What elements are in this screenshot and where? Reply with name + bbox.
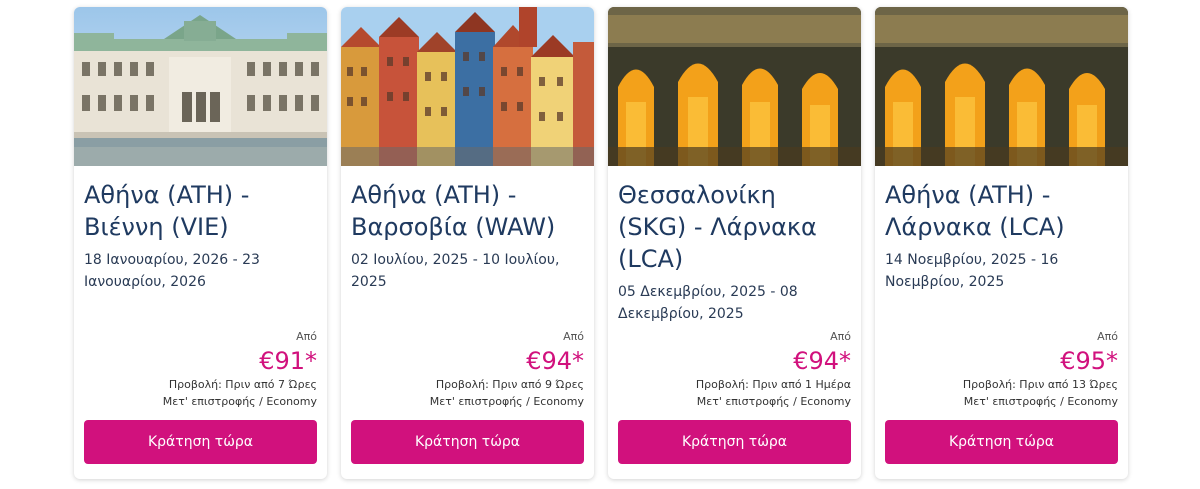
- vienna-palace-photo[interactable]: [74, 7, 327, 166]
- trip-type: Μετ' επιστροφής / Economy: [963, 395, 1118, 408]
- deal-card-larnaca-skg[interactable]: Θεσσαλονίκη (SKG) - Λάρνακα (LCA) 05 Δεκ…: [608, 7, 861, 479]
- travel-dates: 14 Νοεμβρίου, 2025 - 16 Νοεμβρίου, 2025: [885, 252, 1059, 290]
- route-text: Αθήνα (ATH) - Βιέννη (VIE): [84, 181, 250, 241]
- deal-card-warsaw[interactable]: Αθήνα (ATH) - Βαρσοβία (WAW) 02 Ιουλίου,…: [341, 7, 594, 479]
- route-text: Θεσσαλονίκη (SKG) - Λάρνακα (LCA): [618, 181, 817, 273]
- book-now-button[interactable]: Κράτηση τώρα: [618, 420, 851, 464]
- trip-type: Μετ' επιστροφής / Economy: [162, 395, 317, 408]
- deal-card-vienna[interactable]: Αθήνα (ATH) - Βιέννη (VIE) 18 Ιανουαρίου…: [74, 7, 327, 479]
- posted-time: Προβολή: Πριν από 7 Ώρες: [168, 378, 317, 391]
- trip-type: Μετ' επιστροφής / Economy: [696, 395, 851, 408]
- travel-dates: 18 Ιανουαρίου, 2026 - 23 Ιανουαρίου, 202…: [84, 252, 260, 290]
- route-text: Αθήνα (ATH) - Λάρνακα (LCA): [885, 181, 1065, 241]
- from-label: Από: [830, 330, 851, 343]
- larnaca-aqueduct-photo[interactable]: [875, 7, 1128, 166]
- travel-dates: 05 Δεκεμβρίου, 2025 - 08 Δεκεμβρίου, 202…: [618, 284, 798, 322]
- from-label: Από: [563, 330, 584, 343]
- trip-type: Μετ' επιστροφής / Economy: [429, 395, 584, 408]
- from-label: Από: [296, 330, 317, 343]
- posted-time: Προβολή: Πριν από 9 Ώρες: [435, 378, 584, 391]
- book-now-button[interactable]: Κράτηση τώρα: [84, 420, 317, 464]
- warsaw-oldtown-photo[interactable]: [341, 7, 594, 166]
- price: €91*: [259, 347, 317, 375]
- deals-list: Αθήνα (ATH) - Βιέννη (VIE) 18 Ιανουαρίου…: [74, 7, 1128, 479]
- route-title: Αθήνα (ATH) - Βιέννη (VIE) 18 Ιανουαρίου…: [84, 179, 317, 293]
- posted-time: Προβολή: Πριν από 1 Ημέρα: [695, 378, 851, 391]
- route-title: Θεσσαλονίκη (SKG) - Λάρνακα (LCA) 05 Δεκ…: [618, 179, 851, 325]
- price-box: Από €94* Προβολή: Πριν από 1 Ημέρα Μετ' …: [696, 330, 851, 410]
- route-text: Αθήνα (ATH) - Βαρσοβία (WAW): [351, 181, 556, 241]
- travel-dates: 02 Ιουλίου, 2025 - 10 Ιουλίου, 2025: [351, 252, 560, 290]
- price-box: Από €95* Προβολή: Πριν από 13 Ώρες Μετ' …: [963, 330, 1118, 410]
- price: €95*: [1060, 347, 1118, 375]
- price-box: Από €91* Προβολή: Πριν από 7 Ώρες Μετ' ε…: [163, 330, 317, 410]
- route-title: Αθήνα (ATH) - Βαρσοβία (WAW) 02 Ιουλίου,…: [351, 179, 584, 293]
- route-title: Αθήνα (ATH) - Λάρνακα (LCA) 14 Νοεμβρίου…: [885, 179, 1118, 293]
- posted-time: Προβολή: Πριν από 13 Ώρες: [962, 378, 1118, 391]
- book-now-button[interactable]: Κράτηση τώρα: [351, 420, 584, 464]
- price: €94*: [793, 347, 851, 375]
- book-now-button[interactable]: Κράτηση τώρα: [885, 420, 1118, 464]
- deal-card-larnaca-ath[interactable]: Αθήνα (ATH) - Λάρνακα (LCA) 14 Νοεμβρίου…: [875, 7, 1128, 479]
- larnaca-aqueduct-photo[interactable]: [608, 7, 861, 166]
- price-box: Από €94* Προβολή: Πριν από 9 Ώρες Μετ' ε…: [430, 330, 584, 410]
- from-label: Από: [1097, 330, 1118, 343]
- price: €94*: [526, 347, 584, 375]
